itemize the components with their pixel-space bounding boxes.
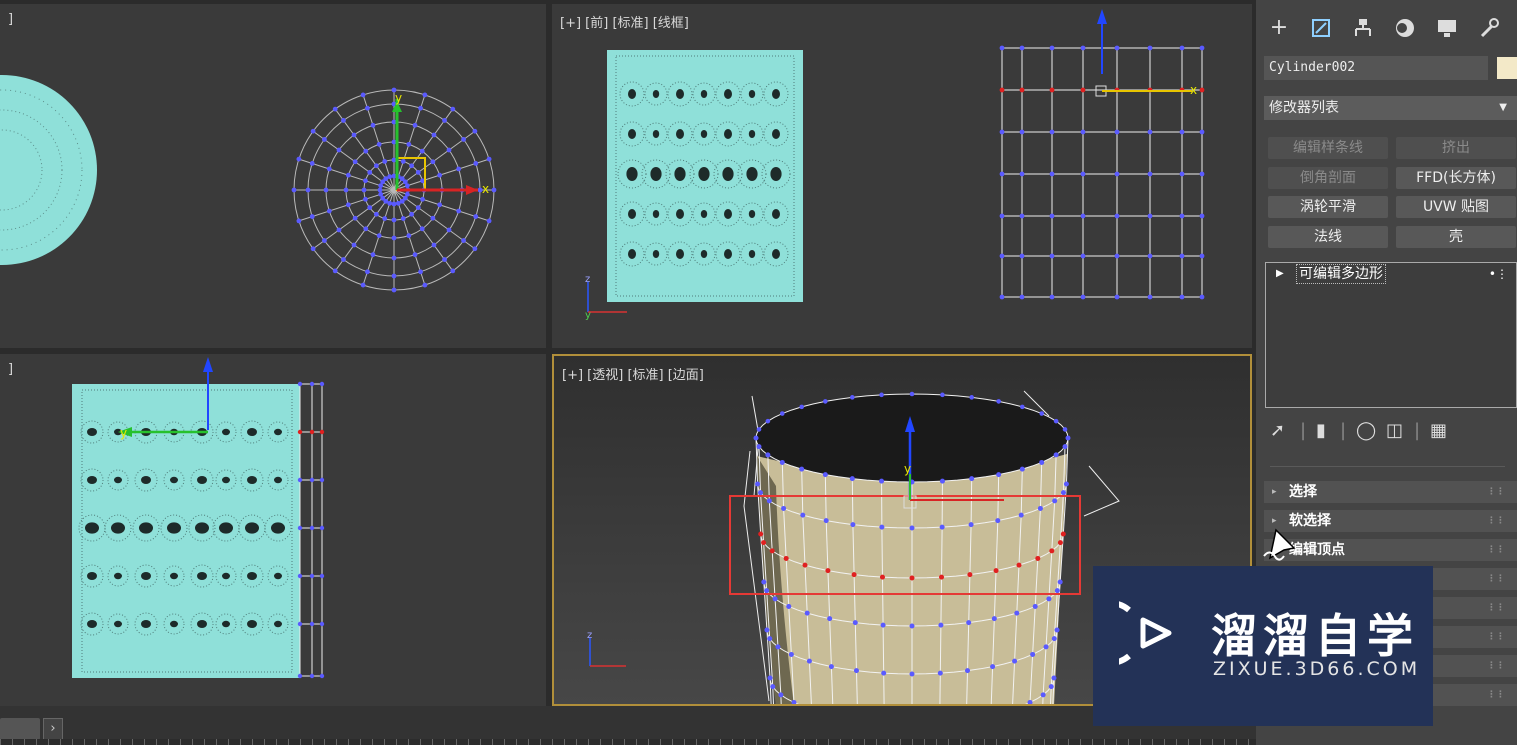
grip-icon: ⋮⋮ — [1487, 661, 1505, 671]
perforated-panel-mesh — [607, 50, 803, 302]
svg-text:z: z — [587, 630, 592, 641]
modifier-button-turbosmooth[interactable]: 涡轮平滑 — [1268, 196, 1388, 218]
modifier-stack: ▶ 可编辑多边形 •⋮ — [1265, 262, 1517, 408]
chevron-down-icon: ▼ — [1499, 102, 1507, 113]
viewport-top[interactable]: ] y x — [0, 4, 546, 348]
cylinder-front-wireframe — [999, 45, 1205, 300]
utilities-icon[interactable] — [1474, 10, 1504, 46]
perforated-panel-mesh — [72, 384, 300, 678]
expand-triangle-icon[interactable]: ▶ — [1276, 263, 1284, 285]
front-view-canvas[interactable]: x z y — [552, 4, 1252, 348]
viewport-left[interactable]: ] y — [0, 354, 546, 706]
cursor-icon — [1263, 528, 1296, 561]
viewport-front[interactable]: [+] [前] [标准] [线框] x z y — [552, 4, 1252, 348]
track-ruler — [0, 739, 1256, 745]
divider: | — [1340, 420, 1347, 441]
remove-modifier-icon[interactable]: ◫ — [1386, 420, 1403, 441]
command-panel-tabs: + — [1262, 10, 1517, 46]
object-color-swatch[interactable] — [1497, 57, 1517, 79]
panel-divider[interactable] — [1270, 466, 1505, 469]
stack-toolbar: ➚ | ▮ | ◯ ◫ | ▦ — [1270, 420, 1510, 444]
subobject-icon: •⋮ — [1488, 267, 1508, 281]
stack-item-label: 可编辑多边形 — [1296, 264, 1386, 284]
svg-text:x: x — [1190, 83, 1197, 97]
left-view-canvas[interactable]: y — [0, 354, 546, 706]
pin-stack-icon[interactable]: ➚ — [1270, 420, 1285, 441]
collapse-triangle-icon: ▸ — [1272, 487, 1277, 497]
grip-icon: ⋮⋮ — [1487, 545, 1505, 555]
rollout-selection[interactable]: ▸ 选择 ⋮⋮ — [1264, 481, 1517, 503]
svg-text:y: y — [120, 426, 127, 440]
cylinder-side-wireframe — [297, 381, 325, 679]
divider: | — [1414, 420, 1421, 441]
rollout-label: 选择 — [1289, 484, 1317, 500]
divider: | — [1300, 420, 1307, 441]
grip-icon: ⋮⋮ — [1487, 574, 1505, 584]
watermark-banner: 溜溜自学 ZIXUE.3D66.COM — [1093, 566, 1433, 726]
make-unique-icon[interactable]: ◯ — [1356, 420, 1376, 441]
time-slider-thumb[interactable] — [0, 718, 40, 740]
modify-icon[interactable] — [1306, 10, 1336, 46]
svg-text:y: y — [395, 91, 402, 105]
view-axis-tripod: z — [587, 630, 626, 667]
modifier-button-extrude[interactable]: 挤出 — [1396, 137, 1516, 159]
modifier-list-label: 修改器列表 — [1269, 100, 1339, 116]
stack-item-editable-poly[interactable]: ▶ 可编辑多边形 •⋮ — [1266, 263, 1516, 285]
object-name-input[interactable]: Cylinder002 — [1264, 56, 1488, 80]
chevron-right-icon[interactable]: › — [43, 718, 63, 740]
modifier-button-edit-spline[interactable]: 编辑样条线 — [1268, 137, 1388, 159]
watermark-subtitle: ZIXUE.3D66.COM — [1213, 658, 1421, 680]
grip-icon: ⋮⋮ — [1487, 487, 1505, 497]
grip-icon: ⋮⋮ — [1487, 632, 1505, 642]
svg-text:y: y — [904, 462, 911, 476]
watermark-title: 溜溜自学 — [1211, 609, 1419, 663]
grip-icon: ⋮⋮ — [1487, 690, 1505, 700]
modifier-button-ffd-box[interactable]: FFD(长方体) — [1396, 167, 1516, 189]
svg-text:y: y — [585, 310, 591, 321]
svg-text:z: z — [585, 274, 590, 285]
configure-sets-icon[interactable]: ▦ — [1430, 420, 1447, 441]
modifier-button-normal[interactable]: 法线 — [1268, 226, 1388, 248]
motion-icon[interactable] — [1390, 10, 1420, 46]
modifier-button-shell[interactable]: 壳 — [1396, 226, 1516, 248]
play-logo-icon — [1119, 601, 1172, 665]
perforated-disk-mesh — [0, 75, 97, 265]
time-slider-bar: › — [0, 706, 1256, 745]
modifier-list-dropdown[interactable]: 修改器列表 ▼ — [1264, 96, 1517, 120]
svg-text:x: x — [482, 182, 489, 196]
create-icon[interactable]: + — [1264, 10, 1294, 46]
top-view-canvas[interactable]: y x — [0, 4, 546, 348]
grip-icon: ⋮⋮ — [1487, 603, 1505, 613]
display-icon[interactable] — [1432, 10, 1462, 46]
modifier-button-uvw-map[interactable]: UVW 贴图 — [1396, 196, 1516, 218]
grip-icon: ⋮⋮ — [1487, 516, 1505, 526]
show-end-result-icon[interactable]: ▮ — [1316, 420, 1326, 441]
modifier-button-bevel-profile[interactable]: 倒角剖面 — [1268, 167, 1388, 189]
hierarchy-icon[interactable] — [1348, 10, 1378, 46]
